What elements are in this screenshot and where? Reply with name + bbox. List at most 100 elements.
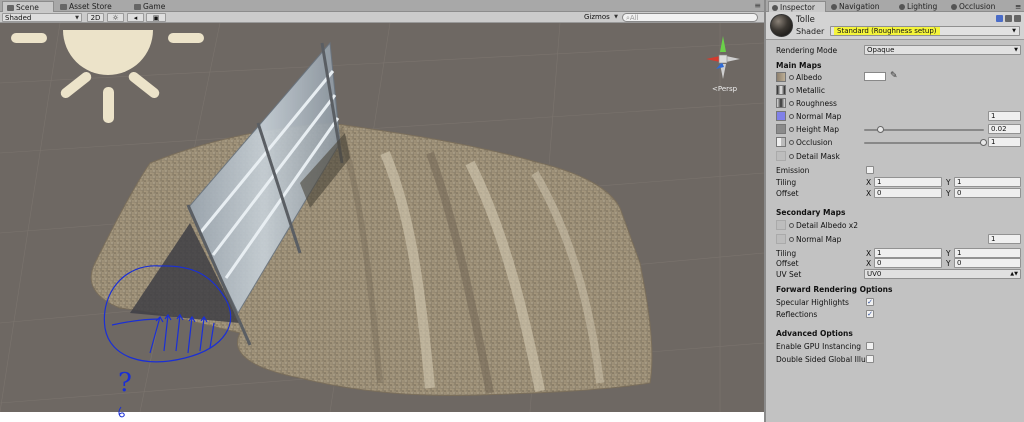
tab-menu-icon[interactable]: ≡ xyxy=(1012,1,1022,12)
albedo-texture-slot[interactable] xyxy=(776,72,786,82)
lighting-toggle-button[interactable]: ☼ xyxy=(107,13,124,22)
height-value-field[interactable]: 0.02 xyxy=(988,124,1021,134)
chevron-down-icon: ▼ xyxy=(1012,28,1016,34)
image-icon: ▣ xyxy=(152,14,160,22)
uv-set-dropdown[interactable]: UV0 ▲▼ xyxy=(864,269,1021,279)
albedo-label[interactable]: Albedo xyxy=(789,73,822,82)
effects-toggle-button[interactable]: ▣ xyxy=(146,13,166,22)
offset-y-field[interactable]: 0 xyxy=(954,188,1021,198)
secondary-offset-x-label: X xyxy=(866,259,872,268)
object-picker-icon xyxy=(789,237,794,242)
material-header: Tolle Shader Standard (Roughness setup) ▼ xyxy=(766,12,1024,40)
height-slider-thumb[interactable] xyxy=(876,126,884,133)
gpu-instancing-checkbox[interactable] xyxy=(866,342,874,350)
detail-albedo-label[interactable]: Detail Albedo x2 xyxy=(789,221,858,230)
shader-value: Standard (Roughness setup) xyxy=(834,27,940,35)
tiling-x-field[interactable]: 1 xyxy=(874,177,942,187)
emission-checkbox[interactable] xyxy=(866,166,874,174)
preset-icon[interactable] xyxy=(1005,15,1012,22)
book-icon[interactable] xyxy=(996,15,1003,22)
scene-viewport[interactable]: <Persp xyxy=(0,23,764,412)
scene-tabbar: Scene Asset Store Game ≡ xyxy=(0,0,764,12)
object-picker-icon xyxy=(789,101,794,106)
tab-game-label: Game xyxy=(143,2,166,11)
secondary-normal-text: Normal Map xyxy=(796,235,842,244)
tab-menu-icon[interactable]: ≡ xyxy=(754,1,761,10)
main-maps-header: Main Maps xyxy=(776,61,822,70)
tab-lighting[interactable]: Lighting xyxy=(896,1,946,12)
secondary-normal-row: Normal Map 1 xyxy=(766,234,1024,246)
object-picker-icon xyxy=(789,114,794,119)
shading-mode-dropdown[interactable]: Shaded ▼ xyxy=(2,13,82,22)
sun-icon xyxy=(11,30,204,123)
roughness-label[interactable]: Roughness xyxy=(789,99,837,108)
secondary-offset-y-label: Y xyxy=(946,259,951,268)
tiling-y-field[interactable]: 1 xyxy=(954,177,1021,187)
secondary-normal-label[interactable]: Normal Map xyxy=(789,235,841,244)
gizmos-dropdown[interactable]: Gizmos ▼ xyxy=(582,13,618,22)
scene-toolbar: Shaded ▼ 2D ☼ ◂ ▣ Gizmos ▼ ⌕All xyxy=(0,12,764,23)
albedo-color-swatch[interactable] xyxy=(864,72,886,81)
secondary-offset-x-field[interactable]: 0 xyxy=(874,258,942,268)
roughness-text: Roughness xyxy=(796,99,837,108)
tab-inspector[interactable]: Inspector xyxy=(768,1,826,12)
gear-icon[interactable] xyxy=(1014,15,1021,22)
height-map-label[interactable]: Height Map xyxy=(789,125,839,134)
occlusion-slider-thumb[interactable] xyxy=(980,139,987,146)
tab-navigation-label: Navigation xyxy=(839,2,880,11)
metallic-texture-slot[interactable] xyxy=(776,85,786,95)
header-icons xyxy=(994,15,1021,24)
secondary-tiling-y-field[interactable]: 1 xyxy=(954,248,1021,258)
metallic-label[interactable]: Metallic xyxy=(789,86,825,95)
tab-lighting-label: Lighting xyxy=(907,2,938,11)
advanced-options-header: Advanced Options xyxy=(776,329,853,338)
chevron-down-icon: ▼ xyxy=(1014,47,1018,53)
reflections-checkbox[interactable]: ✓ xyxy=(866,310,874,318)
secondary-offset-y-field[interactable]: 0 xyxy=(954,258,1021,268)
rendering-mode-dropdown[interactable]: Opaque ▼ xyxy=(864,45,1021,55)
tab-asset-store[interactable]: Asset Store xyxy=(56,1,128,12)
detail-albedo-slot[interactable] xyxy=(776,220,786,230)
roughness-texture-slot[interactable] xyxy=(776,98,786,108)
tab-occlusion-label: Occlusion xyxy=(959,2,996,11)
offset-label: Offset xyxy=(776,189,799,198)
detail-mask-slot[interactable] xyxy=(776,151,786,161)
orientation-gizmo[interactable] xyxy=(698,34,748,84)
occlusion-value-field[interactable]: 1 xyxy=(988,137,1021,147)
secondary-tiling-x-field[interactable]: 1 xyxy=(874,248,942,258)
double-sided-gi-label: Double Sided Global Illu xyxy=(776,355,866,364)
uv-set-row: UV Set UV0 ▲▼ xyxy=(766,269,1024,281)
double-sided-gi-checkbox[interactable] xyxy=(866,355,874,363)
offset-x-field[interactable]: 0 xyxy=(874,188,942,198)
metallic-row: Metallic xyxy=(766,85,1024,97)
gpu-instancing-label: Enable GPU Instancing xyxy=(776,342,862,351)
search-input[interactable]: ⌕All xyxy=(622,13,758,22)
tab-navigation[interactable]: Navigation xyxy=(828,1,894,12)
tiling-y-label: Y xyxy=(946,178,951,187)
shader-dropdown[interactable]: Standard (Roughness setup) ▼ xyxy=(830,26,1020,36)
projection-label[interactable]: <Persp xyxy=(712,85,737,93)
tab-scene[interactable]: Scene xyxy=(2,1,54,12)
normal-texture-slot[interactable] xyxy=(776,111,786,121)
secondary-normal-field[interactable]: 1 xyxy=(988,234,1021,244)
secondary-normal-slot[interactable] xyxy=(776,234,786,244)
2d-toggle-button[interactable]: 2D xyxy=(87,13,104,22)
occlusion-texture-slot[interactable] xyxy=(776,137,786,147)
secondary-maps-header: Secondary Maps xyxy=(776,208,846,217)
normal-scale-field[interactable]: 1 xyxy=(988,111,1021,121)
height-texture-slot[interactable] xyxy=(776,124,786,134)
detail-mask-label[interactable]: Detail Mask xyxy=(789,152,840,161)
object-picker-icon xyxy=(789,154,794,159)
occlusion-label[interactable]: Occlusion xyxy=(789,138,832,147)
occlusion-slider-track[interactable] xyxy=(864,142,984,144)
normal-map-label[interactable]: Normal Map xyxy=(789,112,841,121)
specular-highlights-checkbox[interactable]: ✓ xyxy=(866,298,874,306)
audio-toggle-button[interactable]: ◂ xyxy=(127,13,144,22)
advanced-header-row: Advanced Options xyxy=(766,328,1024,340)
tab-occlusion[interactable]: Occlusion xyxy=(948,1,1008,12)
eyedropper-icon[interactable]: ✎ xyxy=(890,71,898,81)
tab-game[interactable]: Game xyxy=(130,1,176,12)
normal-map-text: Normal Map xyxy=(796,112,842,121)
object-picker-icon xyxy=(789,88,794,93)
chevron-down-icon: ▲▼ xyxy=(1010,271,1018,277)
